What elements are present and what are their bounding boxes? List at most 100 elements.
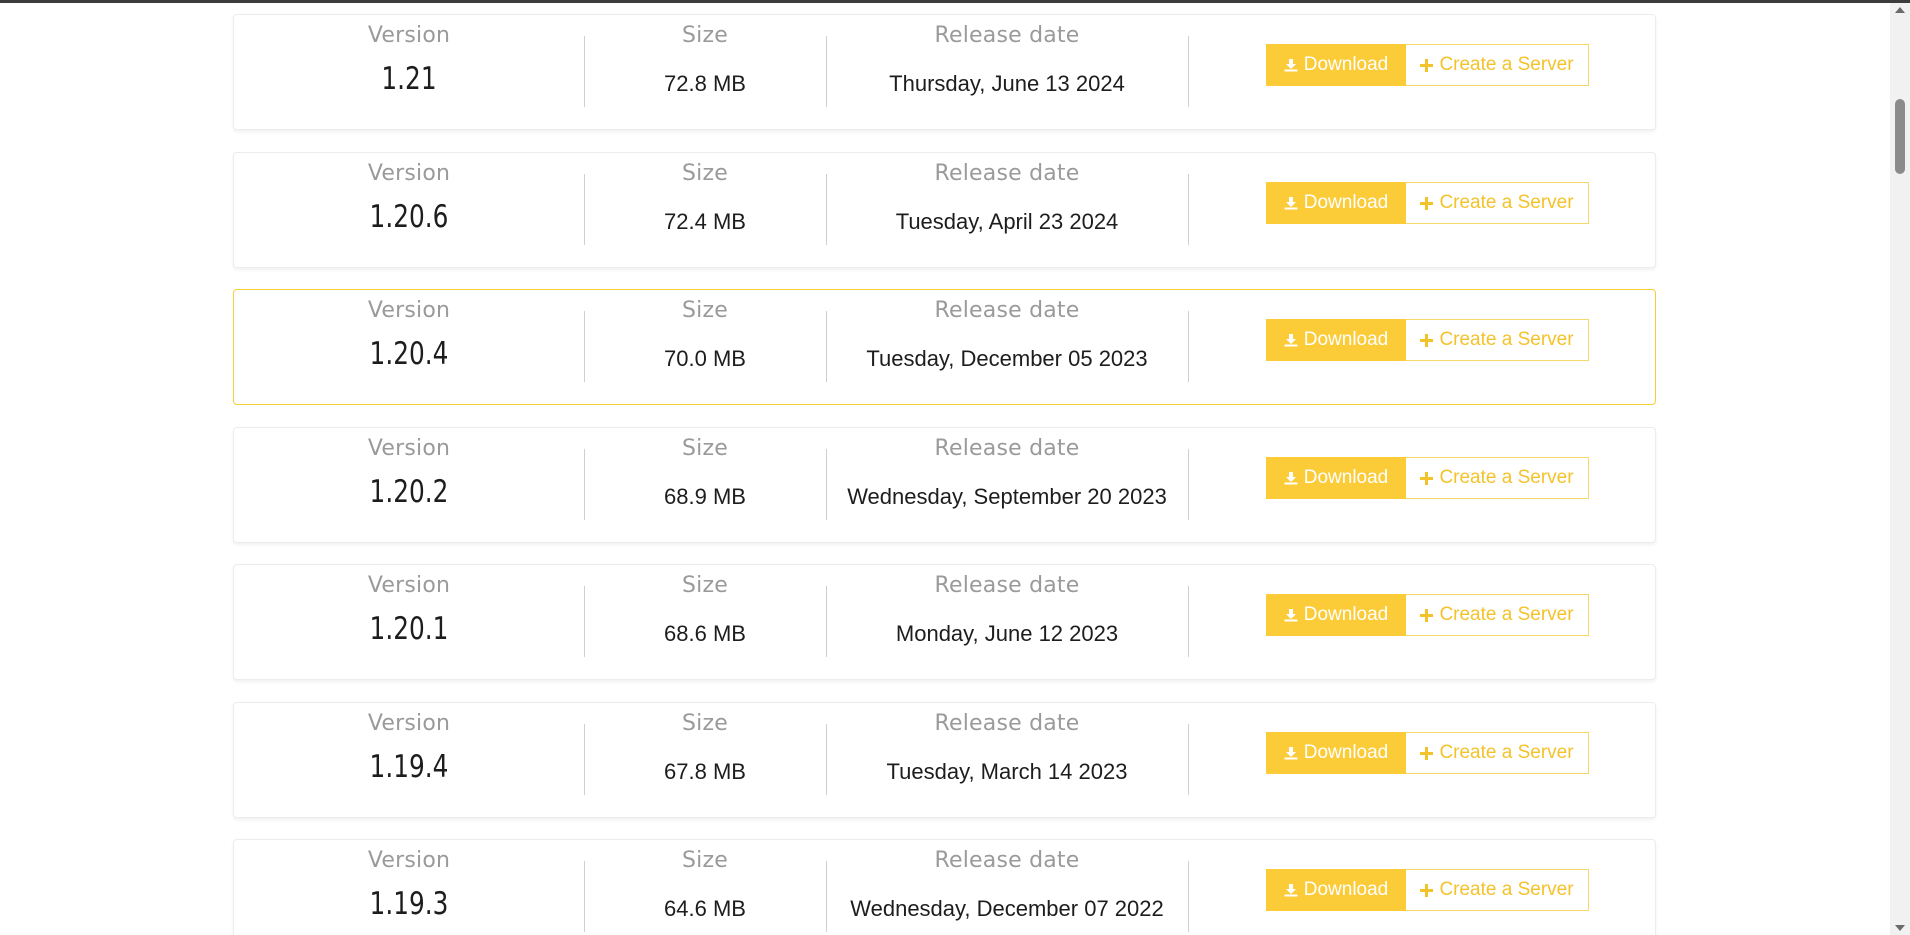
action-button-group: Download Create a Server (1266, 457, 1589, 499)
download-button[interactable]: Download (1266, 457, 1406, 499)
release-date-value: Tuesday, March 14 2023 (886, 759, 1128, 784)
version-label: Version (367, 436, 451, 461)
plus-icon (1420, 608, 1434, 622)
release-date-label: Release date (934, 848, 1080, 873)
download-icon (1284, 471, 1298, 485)
version-column: Version 1.19.4 (234, 703, 584, 817)
download-button[interactable]: Download (1266, 732, 1406, 774)
download-button[interactable]: Download (1266, 182, 1406, 224)
release-date-value: Thursday, June 13 2024 (889, 71, 1125, 96)
release-date-label: Release date (934, 161, 1080, 186)
size-value: 72.4 MB (664, 209, 746, 234)
release-row: Version 1.21 Size 72.8 MB Release date T… (233, 14, 1656, 130)
size-column: Size 68.6 MB (584, 565, 826, 679)
scroll-down-arrow-icon[interactable] (1895, 925, 1905, 931)
vertical-scrollbar[interactable] (1890, 3, 1910, 935)
release-date-column: Release date Wednesday, December 07 2022 (826, 840, 1188, 935)
version-value: 1.20.6 (369, 199, 449, 235)
version-value: 1.20.4 (369, 336, 449, 372)
size-value: 68.9 MB (664, 484, 746, 509)
release-row: Version 1.19.4 Size 67.8 MB Release date… (233, 702, 1656, 818)
size-label: Size (682, 298, 728, 323)
download-icon (1284, 746, 1298, 760)
create-server-button[interactable]: Create a Server (1406, 869, 1589, 911)
action-button-group: Download Create a Server (1266, 869, 1589, 911)
version-value: 1.19.4 (369, 749, 449, 785)
download-button[interactable]: Download (1266, 869, 1406, 911)
release-date-value: Wednesday, December 07 2022 (850, 896, 1164, 921)
column-divider (1188, 861, 1189, 932)
download-button-label: Download (1303, 54, 1389, 75)
plus-icon (1420, 746, 1434, 760)
create-server-button[interactable]: Create a Server (1406, 44, 1589, 86)
size-value: 67.8 MB (664, 759, 746, 784)
size-label: Size (682, 848, 728, 873)
create-server-button[interactable]: Create a Server (1406, 182, 1589, 224)
size-column: Size 70.0 MB (584, 290, 826, 404)
create-server-button-label: Create a Server (1439, 54, 1574, 75)
version-label: Version (367, 573, 451, 598)
column-divider (1188, 586, 1189, 657)
size-column: Size 68.9 MB (584, 428, 826, 542)
release-date-value: Monday, June 12 2023 (895, 621, 1119, 646)
column-divider (1188, 449, 1189, 520)
version-label: Version (367, 848, 451, 873)
release-date-column: Release date Tuesday, April 23 2024 (826, 153, 1188, 267)
release-date-value: Tuesday, December 05 2023 (866, 346, 1148, 371)
download-button[interactable]: Download (1266, 44, 1406, 86)
action-button-group: Download Create a Server (1266, 44, 1589, 86)
version-column: Version 1.20.1 (234, 565, 584, 679)
column-divider (1188, 311, 1189, 382)
plus-icon (1420, 471, 1434, 485)
version-label: Version (367, 711, 451, 736)
release-date-column: Release date Tuesday, December 05 2023 (826, 290, 1188, 404)
release-row: Version 1.20.2 Size 68.9 MB Release date… (233, 427, 1656, 543)
download-button[interactable]: Download (1266, 594, 1406, 636)
create-server-button[interactable]: Create a Server (1406, 594, 1589, 636)
create-server-button-label: Create a Server (1439, 467, 1574, 488)
create-server-button[interactable]: Create a Server (1406, 457, 1589, 499)
plus-icon (1420, 333, 1434, 347)
version-label: Version (367, 23, 451, 48)
download-button[interactable]: Download (1266, 319, 1406, 361)
size-column: Size 67.8 MB (584, 703, 826, 817)
release-date-value: Tuesday, April 23 2024 (895, 209, 1119, 234)
release-row: Version 1.20.1 Size 68.6 MB Release date… (233, 564, 1656, 680)
plus-icon (1420, 196, 1434, 210)
release-row: Version 1.20.4 Size 70.0 MB Release date… (233, 289, 1656, 405)
release-date-value: Wednesday, September 20 2023 (847, 484, 1167, 509)
release-date-column: Release date Wednesday, September 20 202… (826, 428, 1188, 542)
release-date-column: Release date Thursday, June 13 2024 (826, 15, 1188, 129)
size-value: 72.8 MB (664, 71, 746, 96)
release-date-label: Release date (934, 711, 1080, 736)
create-server-button-label: Create a Server (1439, 192, 1574, 213)
release-date-label: Release date (934, 436, 1080, 461)
size-label: Size (682, 711, 728, 736)
scroll-thumb[interactable] (1895, 99, 1905, 174)
version-column: Version 1.20.6 (234, 153, 584, 267)
create-server-button[interactable]: Create a Server (1406, 732, 1589, 774)
download-button-label: Download (1303, 604, 1389, 625)
release-row: Version 1.20.6 Size 72.4 MB Release date… (233, 152, 1656, 268)
action-button-group: Download Create a Server (1266, 732, 1589, 774)
download-button-label: Download (1303, 742, 1389, 763)
create-server-button-label: Create a Server (1439, 329, 1574, 350)
download-icon (1284, 333, 1298, 347)
size-label: Size (682, 436, 728, 461)
plus-icon (1420, 58, 1434, 72)
size-value: 70.0 MB (664, 346, 746, 371)
version-label: Version (367, 161, 451, 186)
size-label: Size (682, 573, 728, 598)
download-button-label: Download (1303, 467, 1389, 488)
size-label: Size (682, 23, 728, 48)
column-divider (1188, 724, 1189, 795)
scroll-up-arrow-icon[interactable] (1895, 7, 1905, 13)
download-button-label: Download (1303, 329, 1389, 350)
version-value: 1.19.3 (369, 886, 449, 922)
release-date-column: Release date Tuesday, March 14 2023 (826, 703, 1188, 817)
create-server-button[interactable]: Create a Server (1406, 319, 1589, 361)
size-column: Size 72.4 MB (584, 153, 826, 267)
release-row: Version 1.19.3 Size 64.6 MB Release date… (233, 839, 1656, 935)
action-button-group: Download Create a Server (1266, 319, 1589, 361)
create-server-button-label: Create a Server (1439, 742, 1574, 763)
